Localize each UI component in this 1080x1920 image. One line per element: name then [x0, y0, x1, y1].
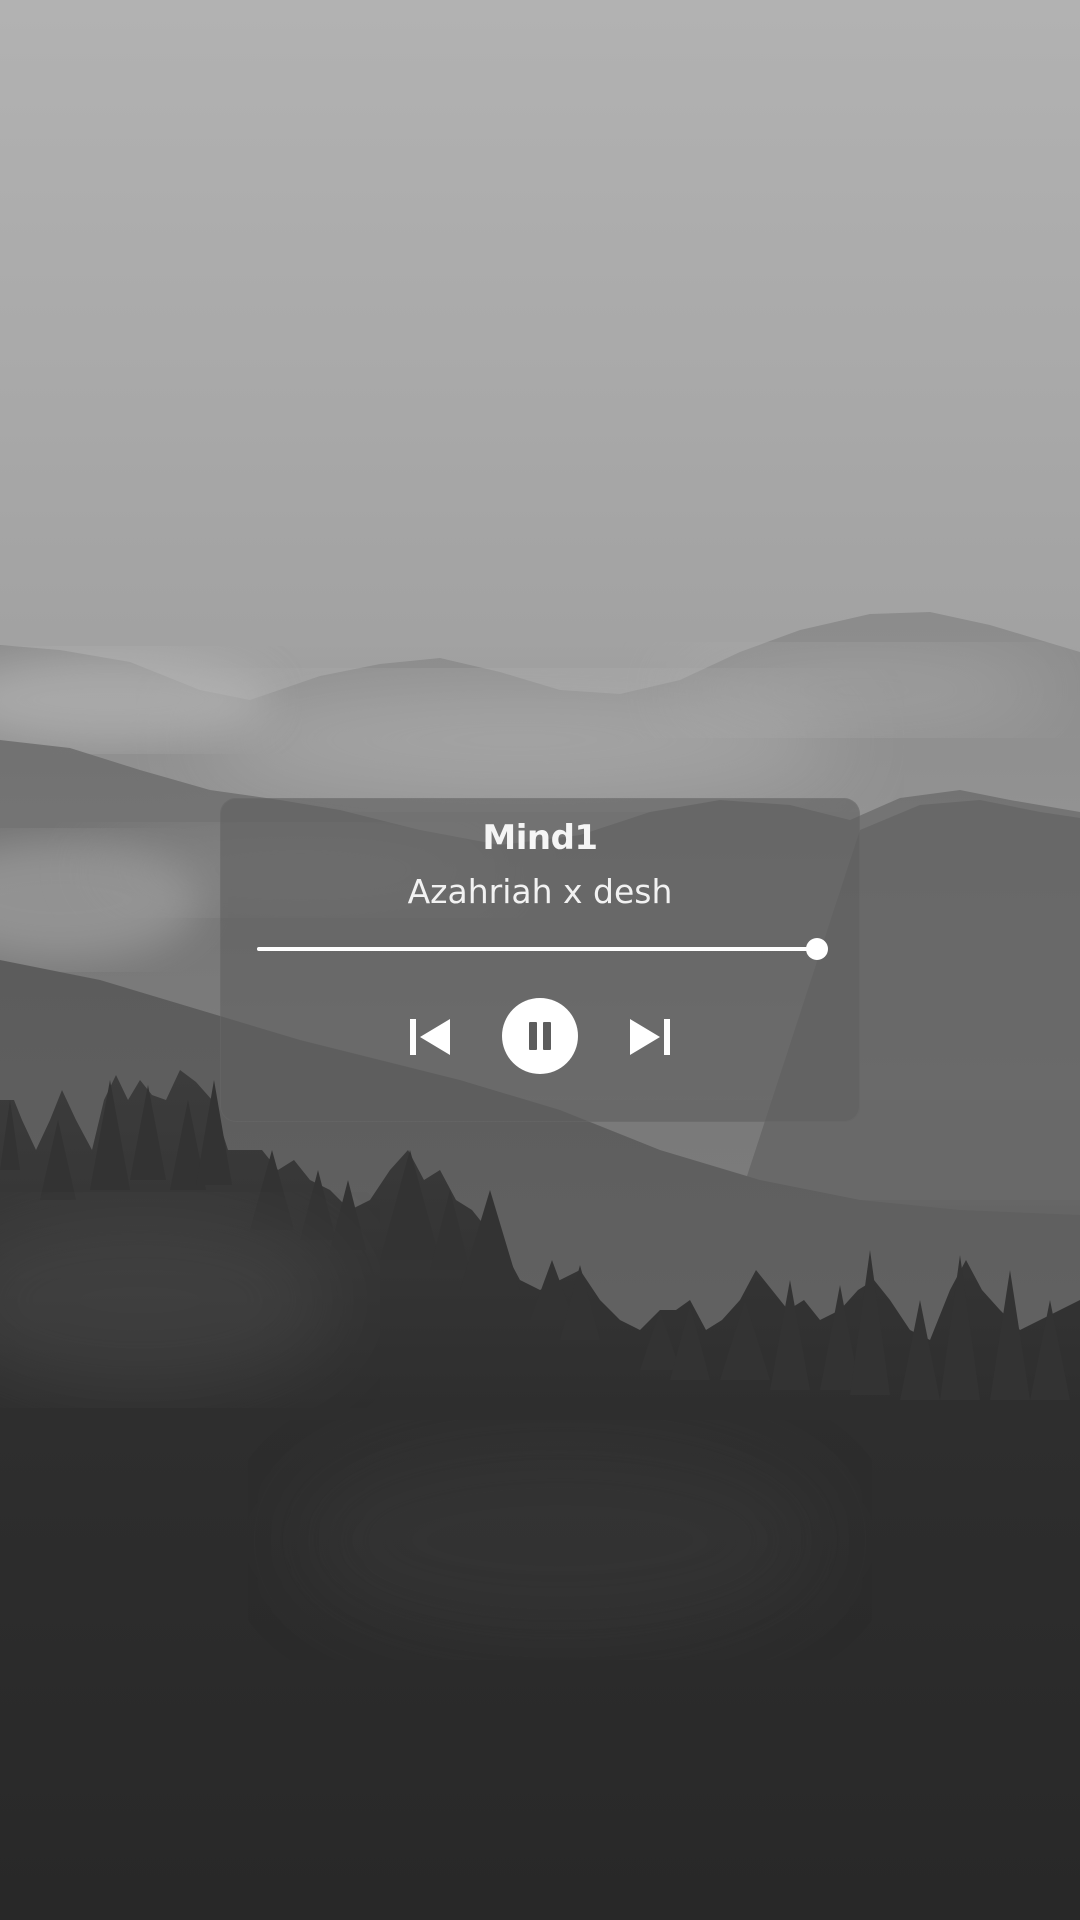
progress-fill [257, 947, 817, 951]
play-pause-button[interactable] [502, 998, 578, 1074]
previous-track-button[interactable] [408, 1016, 452, 1058]
lock-screen: Mind1 Azahriah x desh [0, 0, 1080, 1920]
track-title: Mind1 [482, 818, 598, 858]
skip-next-icon [630, 1019, 670, 1055]
next-track-button[interactable] [628, 1016, 672, 1058]
playback-controls [220, 998, 860, 1074]
track-artist: Azahriah x desh [407, 872, 673, 911]
progress-bar[interactable] [257, 938, 828, 960]
media-player-card: Mind1 Azahriah x desh [220, 798, 860, 1122]
skip-previous-icon [410, 1019, 450, 1055]
pause-icon [529, 1022, 551, 1050]
progress-thumb[interactable] [806, 938, 828, 960]
